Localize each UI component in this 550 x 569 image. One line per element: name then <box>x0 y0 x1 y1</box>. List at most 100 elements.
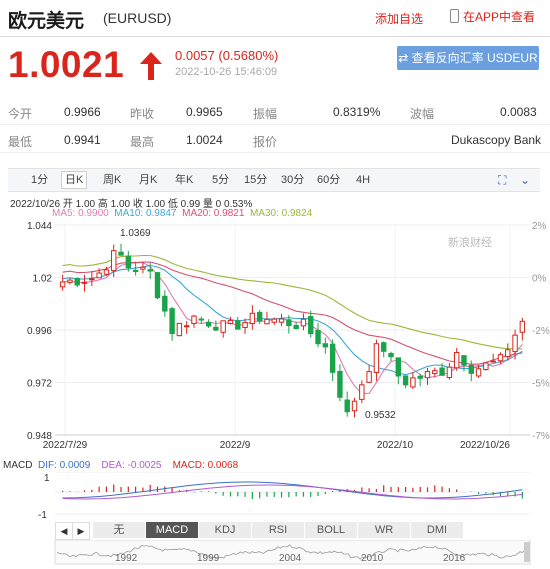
instrument-name: 欧元美元 <box>8 11 85 32</box>
quote-header: 欧元美元 (EURUSD) 添加自选 在APP中查看 <box>0 0 550 37</box>
tab-15min[interactable]: 15分 <box>241 172 270 188</box>
candle <box>497 354 504 362</box>
candle <box>519 320 526 333</box>
overview-year-label: 1992 <box>115 553 138 564</box>
dif-line <box>62 481 523 499</box>
tab-monthly[interactable]: 月K <box>136 172 160 188</box>
tab-1min[interactable]: 1分 <box>28 172 51 188</box>
candle <box>125 255 132 269</box>
prev-button[interactable]: ◀ <box>55 522 73 540</box>
fullscreen-icon[interactable]: ⛶ <box>498 173 506 188</box>
ind-tab-wr[interactable]: WR <box>358 522 411 538</box>
tab-daily[interactable]: 日K <box>61 171 88 189</box>
dif-value: DIF: 0.0009 <box>38 460 91 471</box>
macd-chart: 1 -1 <box>38 472 530 521</box>
pct-tick-label: -7% <box>532 431 550 442</box>
ind-tab-rsi[interactable]: RSI <box>252 522 305 538</box>
tab-weekly[interactable]: 周K <box>100 172 124 188</box>
candle <box>359 384 365 400</box>
pct-tick-label: -2% <box>532 326 550 337</box>
stat-value: 0.9965 <box>186 105 223 119</box>
stat-label: 振幅 <box>253 107 278 121</box>
ind-tab-macd[interactable]: MACD <box>146 522 199 538</box>
tab-30min[interactable]: 30分 <box>278 172 307 188</box>
period-tabs: 1分 日K 周K 月K 年K 5分 15分 30分 60分 4H ⛶ ⌄ <box>8 168 540 192</box>
ma10-line <box>62 264 523 376</box>
candlestick-chart[interactable]: 1.0441.020.9960.9720.948 2%0%-2%-5%-7% 新… <box>0 220 550 460</box>
candle <box>300 318 307 327</box>
pct-tick-label: 2% <box>532 221 547 232</box>
price-change: 0.0057 (0.5680%) <box>175 48 279 63</box>
tab-yearly[interactable]: 年K <box>172 172 196 188</box>
open-in-app-label: 在APP中查看 <box>463 10 536 24</box>
candle <box>198 318 204 321</box>
quote-time: 2022-10-26 15:46:09 <box>175 66 278 78</box>
candle <box>432 370 438 375</box>
candle <box>191 315 197 324</box>
overview-year-label: 2016 <box>443 553 466 564</box>
ma5-line <box>62 261 523 395</box>
range-handle[interactable] <box>524 542 530 562</box>
ma20-value: MA20: 0.9821 <box>182 208 245 219</box>
x-tick-label: 2022/7/29 <box>43 440 88 451</box>
candle <box>410 377 416 388</box>
x-tick-label: 2022/10 <box>377 440 414 451</box>
ma30-value: MA30: 0.9824 <box>249 208 313 219</box>
candle <box>162 295 168 312</box>
candle <box>147 269 153 272</box>
high-annotation: 1.0369 <box>120 228 151 239</box>
stat-value: 0.8319% <box>333 105 381 119</box>
candle <box>505 349 511 357</box>
candle <box>395 357 402 377</box>
candle <box>89 278 95 281</box>
chevron-down-icon[interactable]: ⌄ <box>520 173 530 187</box>
overview-year-label: 1999 <box>197 553 220 564</box>
stat-value: 0.9941 <box>64 133 101 147</box>
candle <box>417 375 423 379</box>
next-button[interactable]: ▶ <box>72 522 90 540</box>
candle <box>329 343 336 373</box>
candle <box>402 375 409 386</box>
pct-tick-label: 0% <box>532 274 547 285</box>
candle <box>286 319 292 327</box>
candle <box>483 362 489 370</box>
stat-label: 最高 <box>130 135 155 149</box>
open-in-app-button[interactable]: 在APP中查看 <box>450 8 535 25</box>
candle <box>337 370 343 398</box>
history-navigator[interactable]: 1992 1999 2004 2010 2016 <box>0 540 550 568</box>
candle <box>366 371 372 383</box>
macd-legend: MACD DIF: 0.0009 DEA: -0.0025 MACD: 0.00… <box>3 460 238 471</box>
candle <box>59 281 66 288</box>
stat-label: 波幅 <box>410 107 435 121</box>
stats-row: 今开 0.9966 昨收 0.9965 振幅 0.8319% 波幅 0.0083 <box>0 98 550 125</box>
stat-label: 今开 <box>8 107 33 121</box>
stat-label: 报价 <box>253 135 278 149</box>
ind-tab-kdj[interactable]: KDJ <box>199 522 252 538</box>
candle <box>96 272 102 279</box>
candle <box>140 266 146 270</box>
ind-tab-none[interactable]: 无 <box>93 522 146 538</box>
tab-60min[interactable]: 60分 <box>314 172 343 188</box>
tab-4h[interactable]: 4H <box>353 172 373 188</box>
candle <box>242 321 248 328</box>
reverse-rate-button[interactable]: ⇄ 查看反向汇率 USDEUR <box>397 46 539 70</box>
x-tick-label: 2022/10/26 <box>460 440 510 451</box>
candle <box>373 343 380 373</box>
candle <box>183 325 190 328</box>
y-tick-label: 1.02 <box>33 274 53 285</box>
add-watchlist-button[interactable]: 添加自选 <box>375 10 423 27</box>
candle <box>388 352 394 358</box>
candle <box>205 321 212 327</box>
candle <box>381 342 387 352</box>
candle <box>154 272 161 299</box>
ind-tab-boll[interactable]: BOLL <box>305 522 358 538</box>
candle <box>322 343 329 348</box>
tab-5min[interactable]: 5分 <box>209 172 232 188</box>
candle <box>81 281 88 284</box>
y-tick-label: 1.044 <box>27 221 52 232</box>
ind-tab-dmi[interactable]: DMI <box>411 522 464 538</box>
phone-icon <box>450 9 459 23</box>
candle <box>490 360 496 363</box>
candle <box>512 334 518 353</box>
stat-value: 1.0024 <box>186 133 223 147</box>
